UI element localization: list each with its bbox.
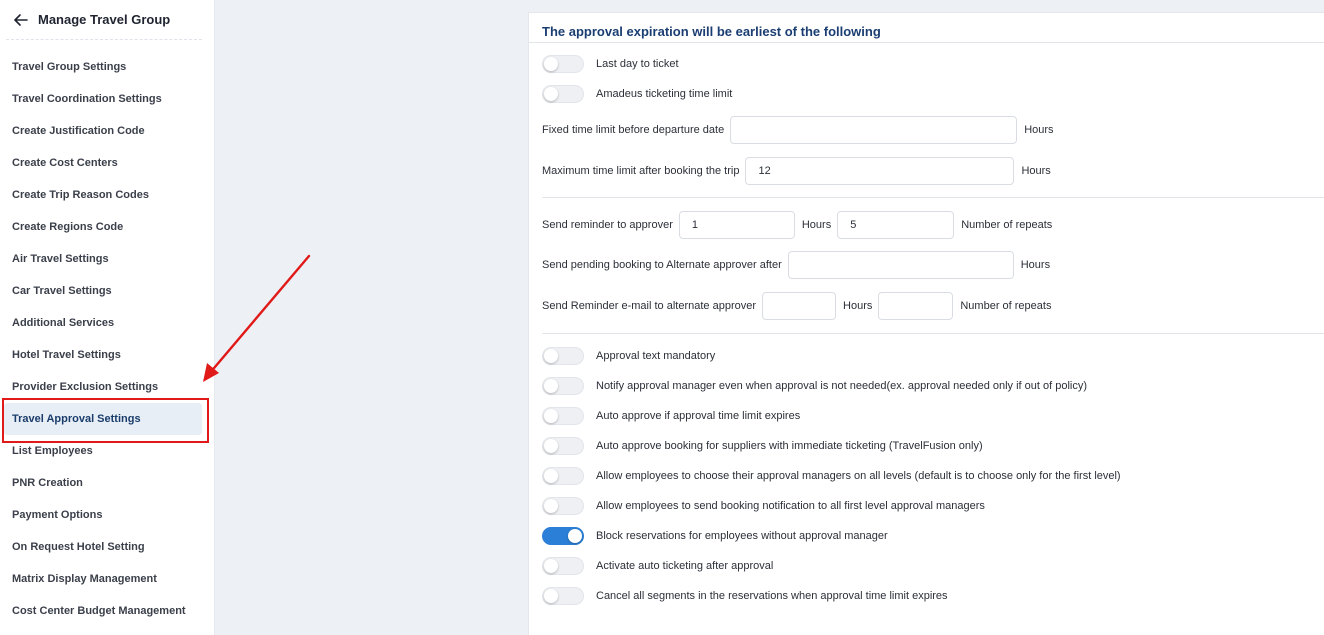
section-divider (542, 333, 1324, 334)
toggle-switch[interactable] (542, 55, 584, 73)
annotation-arrow-icon (203, 254, 311, 382)
option-last-day-to-ticket: Last day to ticket (542, 55, 679, 73)
sidebar-item-air-travel-settings[interactable]: Air Travel Settings (0, 243, 202, 275)
toggle-switch[interactable] (542, 587, 584, 605)
option-auto-approve-time-limit: Auto approve if approval time limit expi… (542, 407, 800, 425)
alternate-reminder-repeats-input[interactable] (878, 292, 954, 320)
alternate-reminder-row: Send Reminder e-mail to alternate approv… (542, 292, 1051, 320)
option-cancel-all-segments: Cancel all segments in the reservations … (542, 587, 948, 605)
option-auto-approve-immediate-ticketing: Auto approve booking for suppliers with … (542, 437, 983, 455)
alternate-reminder-hours-input[interactable] (762, 292, 837, 320)
max-time-limit-label: Maximum time limit after booking the tri… (542, 165, 740, 177)
option-label: Notify approval manager even when approv… (596, 380, 1088, 392)
sidebar: Manage Travel Group Travel Group Setting… (0, 0, 215, 635)
sidebar-item-travel-coordination-settings[interactable]: Travel Coordination Settings (0, 83, 202, 115)
reminder-row: Send reminder to approver 1 Hours 5 Numb… (542, 211, 1052, 239)
option-notify-approval-manager: Notify approval manager even when approv… (542, 377, 1087, 395)
reminder-label: Send reminder to approver (542, 219, 673, 231)
approval-settings-panel: The approval expiration will be earliest… (528, 12, 1324, 635)
toggle-switch[interactable] (542, 467, 584, 485)
option-choose-managers-all-levels: Allow employees to choose their approval… (542, 467, 1121, 485)
section-divider (542, 197, 1324, 198)
sidebar-item-travel-group-settings[interactable]: Travel Group Settings (0, 51, 202, 83)
sidebar-item-pnr-creation[interactable]: PNR Creation (0, 467, 202, 499)
pending-booking-row: Send pending booking to Alternate approv… (542, 251, 1050, 279)
reminder-repeats-input[interactable]: 5 (837, 211, 955, 239)
option-auto-ticketing: Activate auto ticketing after approval (542, 557, 773, 575)
pending-booking-input[interactable] (787, 251, 1014, 279)
toggle-switch[interactable] (542, 497, 584, 515)
option-label: Last day to ticket (596, 58, 679, 70)
sidebar-item-create-trip-reason-codes[interactable]: Create Trip Reason Codes (0, 179, 202, 211)
option-label: Auto approve if approval time limit expi… (596, 410, 801, 422)
highlight-box (2, 398, 209, 443)
toggle-switch[interactable] (542, 347, 584, 365)
hours-unit: Hours (1024, 124, 1054, 136)
sidebar-item-additional-services[interactable]: Additional Services (0, 307, 202, 339)
fixed-time-limit-input[interactable] (730, 116, 1018, 144)
option-label: Activate auto ticketing after approval (596, 560, 774, 572)
back-arrow-icon[interactable] (12, 11, 30, 29)
option-label: Cancel all segments in the reservations … (596, 590, 948, 602)
option-amadeus-ticketing-time-limit: Amadeus ticketing time limit (542, 85, 732, 103)
option-label: Allow employees to send booking notifica… (596, 500, 985, 512)
fixed-time-limit-row: Fixed time limit before departure date H… (542, 116, 1054, 144)
option-label: Allow employees to choose their approval… (596, 470, 1121, 482)
toggle-switch[interactable] (542, 85, 584, 103)
option-label: Amadeus ticketing time limit (596, 88, 733, 100)
panel-title: The approval expiration will be earliest… (529, 13, 1324, 43)
toggle-switch[interactable] (542, 437, 584, 455)
toggle-switch[interactable] (542, 377, 584, 395)
sidebar-title: Manage Travel Group (38, 12, 171, 27)
max-time-limit-row: Maximum time limit after booking the tri… (542, 157, 1051, 185)
sidebar-item-matrix-display-management[interactable]: Matrix Display Management (0, 563, 202, 595)
sidebar-item-on-request-hotel-setting[interactable]: On Request Hotel Setting (0, 531, 202, 563)
sidebar-item-car-travel-settings[interactable]: Car Travel Settings (0, 275, 202, 307)
sidebar-item-create-cost-centers[interactable]: Create Cost Centers (0, 147, 202, 179)
toggle-switch[interactable] (542, 407, 584, 425)
hours-unit: Hours (1021, 165, 1051, 177)
toggle-switch[interactable] (542, 527, 584, 545)
hours-unit: Hours (801, 219, 832, 231)
hours-unit: Hours (1020, 259, 1051, 271)
sidebar-menu: Travel Group Settings Travel Coordinatio… (0, 51, 214, 627)
alternate-reminder-label: Send Reminder e-mail to alternate approv… (542, 300, 757, 312)
option-block-reservations: Block reservations for employees without… (542, 527, 888, 545)
option-label: Auto approve booking for suppliers with … (596, 440, 983, 452)
max-time-limit-input[interactable]: 12 (745, 157, 1015, 185)
reminder-hours-input[interactable]: 1 (678, 211, 795, 239)
option-send-booking-notification: Allow employees to send booking notifica… (542, 497, 985, 515)
repeats-unit: Number of repeats (961, 219, 1053, 231)
option-label: Block reservations for employees without… (596, 530, 888, 542)
pending-booking-label: Send pending booking to Alternate approv… (542, 259, 782, 271)
option-approval-text-mandatory: Approval text mandatory (542, 347, 715, 365)
sidebar-item-create-justification-code[interactable]: Create Justification Code (0, 115, 202, 147)
sidebar-item-hotel-travel-settings[interactable]: Hotel Travel Settings (0, 339, 202, 371)
sidebar-item-cost-center-budget-management[interactable]: Cost Center Budget Management (0, 595, 202, 627)
option-label: Approval text mandatory (596, 350, 716, 362)
repeats-unit: Number of repeats (960, 300, 1052, 312)
hours-unit: Hours (843, 300, 873, 312)
sidebar-item-create-regions-code[interactable]: Create Regions Code (0, 211, 202, 243)
toggle-switch[interactable] (542, 557, 584, 575)
fixed-time-limit-label: Fixed time limit before departure date (542, 124, 725, 136)
sidebar-header: Manage Travel Group (6, 0, 202, 40)
sidebar-item-payment-options[interactable]: Payment Options (0, 499, 202, 531)
